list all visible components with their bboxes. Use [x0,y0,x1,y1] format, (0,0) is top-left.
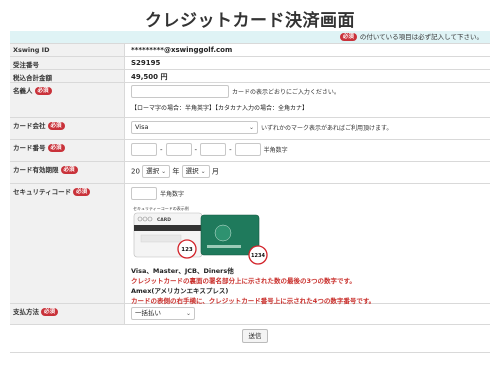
chevron-down-icon: ⌄ [248,124,254,131]
required-badge: 必須 [41,308,59,316]
row-payment: 支払方法 必須 一括払い ⌄ [10,304,490,325]
company-value: Visa ⌄ いずれかのマーク表示があればご利用頂けます。 [125,118,490,139]
card-company-selected: Visa [135,123,149,131]
brands-desc: クレジットカードの裏面の署名部分上に示された数の最後の3つの数字です。 [131,277,356,285]
security-label-text: セキュリティコード [13,188,72,196]
page-title: クレジットカード決済画面 [145,11,355,31]
code-front-text: 123 [181,247,193,253]
company-label: カード会社 必須 [10,118,125,139]
number-separator: - [194,145,198,154]
expiry-value: 20 選択 ⌄ 年 選択 ⌄ 月 [125,162,490,183]
required-badge: 必須 [60,166,78,174]
expiry-year-select[interactable]: 選択 ⌄ [142,165,171,178]
name-label-text: 名義人 [13,87,33,95]
row-xswing-id: Xswing ID *********@xswinggolf.com [10,44,490,57]
company-label-text: カード会社 [13,122,46,130]
submit-button[interactable]: 送信 [242,329,268,343]
name-note: 【ローマ字の場合：半角英字】【カタカナ入力の場合：全角カナ】 [131,105,309,112]
row-security: セキュリティコード 必須 半角数字 セキュリティーコードの表示例 CARD 12… [10,184,490,305]
row-name: 名義人 必須 カードの表示どおりにご入力ください。 【ローマ字の場合：半角英字】【… [10,83,490,118]
security-code-illustration: セキュリティーコードの表示例 CARD 123 1234 [131,205,268,265]
number-label-text: カード番号 [13,144,46,152]
payment-value: 一括払い ⌄ [125,304,490,324]
total-value: 49,500 円 [131,73,168,81]
required-badge: 必須 [339,33,357,41]
card-number-input-1[interactable] [131,143,157,156]
required-badge: 必須 [47,144,65,152]
expiry-label-text: カード有効期限 [13,166,59,174]
payment-label: 支払方法 必須 [10,304,125,324]
expiry-month-selected: 選択 [185,167,199,175]
card-number-input-2[interactable] [165,143,192,156]
chevron-down-icon: ⌄ [200,168,206,175]
number-separator: - [229,145,232,154]
number-label: カード番号 必須 [10,140,125,161]
payment-form: Xswing ID *********@xswinggolf.com 受注番号 … [10,43,490,353]
chevron-down-icon: ⌄ [161,168,167,175]
xswing-id-value: *********@xswinggolf.com [131,46,233,54]
row-order-no: 受注番号 S29195 [10,57,490,70]
cardholder-name-input[interactable] [131,85,229,98]
order-no-value: S29195 [131,59,161,67]
total-label: 税込合計金額 [10,70,125,82]
required-notice: 必須 の付いている項目は必ず記入して下さい。 [10,31,490,43]
expiry-label: カード有効期限 必須 [10,162,125,183]
order-no-label: 受注番号 [10,57,125,69]
expiry-month-select[interactable]: 選択 ⌄ [181,165,210,178]
required-badge: 必須 [34,87,52,95]
security-hint: 半角数字 [160,191,185,198]
row-expiry: カード有効期限 必須 20 選択 ⌄ 年 選択 ⌄ 月 [10,162,490,184]
card-company-select[interactable]: Visa ⌄ [131,121,258,134]
expiry-year-selected: 選択 [146,167,160,175]
name-label: 名義人 必須 [10,83,125,117]
submit-row: 送信 [10,325,490,353]
security-value: 半角数字 セキュリティーコードの表示例 CARD 123 1234 Visa、M… [125,184,490,305]
number-hint: 半角数字 [263,147,288,154]
card-number-input-3[interactable] [200,143,227,156]
card-number-input-4[interactable] [234,143,261,156]
name-value: カードの表示どおりにご入力ください。 【ローマ字の場合：半角英字】【カタカナ入力… [125,83,490,117]
card-label: CARD [157,217,171,223]
required-notice-text: の付いている項目は必ず記入して下さい。 [359,33,483,41]
code-amex-text: 1234 [251,253,265,259]
row-card-number: カード番号 必須 - - - 半角数字 [10,140,490,162]
number-value: - - - 半角数字 [125,140,490,161]
row-total: 税込合計金額 49,500 円 [10,70,490,83]
image-caption: セキュリティーコードの表示例 [133,205,189,211]
security-label: セキュリティコード 必須 [10,184,125,303]
chevron-down-icon: ⌄ [185,310,191,317]
security-code-input[interactable] [131,187,157,200]
brands-text: Visa、Master、JCB、Diners他 [131,267,234,275]
row-company: カード会社 必須 Visa ⌄ いずれかのマーク表示があればご利用頂けます。 [10,118,490,140]
number-separator: - [160,145,163,154]
security-code-example-image: セキュリティーコードの表示例 CARD 123 1234 [131,205,268,265]
amex-text: Amex(アメリカンエキスプレス) [131,287,229,295]
company-hint: いずれかのマーク表示があればご利用頂けます。 [261,125,393,132]
payment-method-select[interactable]: 一括払い ⌄ [131,307,195,320]
month-unit: 月 [211,167,219,176]
payment-method-selected: 一括払い [135,309,161,317]
payment-label-text: 支払方法 [13,308,39,316]
year-unit: 年 [172,167,180,176]
xswing-id-label: Xswing ID [10,44,125,56]
name-hint: カードの表示どおりにご入力ください。 [232,89,340,96]
expiry-prefix: 20 [131,167,140,176]
required-badge: 必須 [73,188,91,196]
required-badge: 必須 [47,122,65,130]
